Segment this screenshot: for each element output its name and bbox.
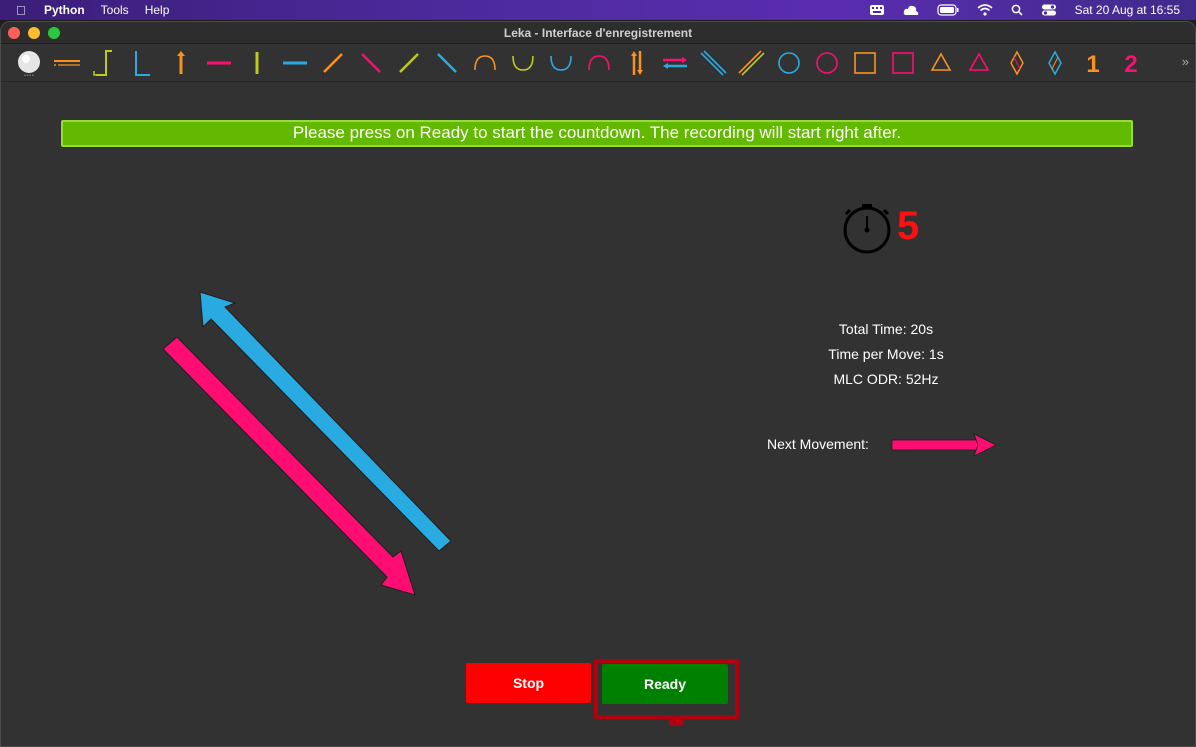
digit-one-icon: 1 (1086, 51, 1099, 78)
toolbar-button-circle-pink[interactable] (808, 44, 846, 82)
next-movement-label: Next Movement: (767, 436, 869, 452)
countdown-area: 5 (840, 200, 940, 254)
pointer-indicator (669, 719, 683, 726)
control-center-icon[interactable] (1041, 4, 1057, 16)
toolbar-button-digit-two[interactable]: 2 (1112, 44, 1150, 82)
countdown-value: 5 (897, 204, 920, 248)
wifi-icon[interactable] (977, 4, 993, 16)
toolbar-button-l-blue[interactable] (124, 44, 162, 82)
square-orange-icon (854, 51, 876, 74)
status-area: Sat 20 Aug at 16:55 (869, 3, 1196, 17)
circle-blue-icon (778, 51, 800, 74)
menu-clock[interactable]: Sat 20 Aug at 16:55 (1075, 3, 1180, 17)
toolbar-button-square-pink[interactable] (884, 44, 922, 82)
toolbar-button-diamond-blue[interactable] (1036, 44, 1074, 82)
stripe-lines-icon (54, 59, 80, 66)
diamond-orange-icon (1010, 49, 1024, 76)
keyboard-icon[interactable] (869, 4, 885, 16)
digit-two-icon: 2 (1124, 51, 1137, 78)
current-movement-display (162, 291, 452, 596)
svg-text:1: 1 (1086, 51, 1099, 78)
toolbar-button-arc-pink[interactable] (580, 44, 618, 82)
arc-down-yellow-icon (512, 55, 534, 71)
menu-bar:  Python Tools Help Sat 20 Aug at 16:55 (0, 0, 1196, 20)
toolbar-button-leka[interactable]: ■ ■ ■ ■ (10, 44, 48, 82)
double-diagonal-blue-icon (700, 49, 727, 76)
movement-toolbar: ■ ■ ■ ■ 1 2 » (1, 44, 1195, 82)
time-per-move-label: Time per Move: 1s (828, 346, 944, 362)
mlc-odr-label: MLC ODR: 52Hz (833, 371, 939, 387)
toolbar-button-v-yellow[interactable] (238, 44, 276, 82)
double-horizontal-arrows-icon (663, 56, 687, 69)
toolbar-button-h-blue[interactable] (276, 44, 314, 82)
toolbar-button-diag-yellow[interactable] (390, 44, 428, 82)
ready-button[interactable]: Ready (602, 664, 728, 704)
double-diagonal-orange-icon (738, 49, 765, 76)
instruction-banner: Please press on Ready to start the count… (61, 120, 1133, 147)
triangle-yellow-icon (930, 51, 952, 71)
menu-app-name[interactable]: Python (44, 3, 85, 17)
toolbar-button-digit-one[interactable]: 1 (1074, 44, 1112, 82)
toolbar-button-h-pink[interactable] (200, 44, 238, 82)
toolbar-button-diamond-orange[interactable] (998, 44, 1036, 82)
toolbar-button-arc-blue[interactable] (542, 44, 580, 82)
stopwatch-icon (843, 204, 891, 254)
l-shape-blue-icon (135, 50, 150, 76)
toolbar-button-triangle-pink[interactable] (960, 44, 998, 82)
toolbar-button-double-diag-blue[interactable] (694, 44, 732, 82)
diagonal-orange-icon (323, 52, 343, 73)
battery-icon[interactable] (936, 4, 959, 16)
total-time-label: Total Time: 20s (838, 321, 934, 337)
horizontal-line-pink-icon (207, 61, 231, 64)
apple-icon[interactable]:  (16, 3, 30, 18)
search-icon[interactable] (1011, 4, 1023, 16)
title-bar: Leka - Interface d'enregistrement (1, 22, 1195, 44)
leka-robot-icon: ■ ■ ■ ■ (18, 50, 40, 77)
arc-up-pink-icon (588, 54, 610, 70)
arc-up-orange-icon (474, 54, 496, 70)
toolbar-button-double-vertical[interactable] (618, 44, 656, 82)
cloud-icon[interactable] (903, 4, 919, 16)
triangle-pink-icon (968, 51, 990, 71)
double-vertical-arrows-icon (631, 50, 643, 75)
toolbar-button-diag-blue[interactable] (428, 44, 466, 82)
diagonal-pink-icon (361, 52, 381, 73)
toolbar-overflow-icon[interactable]: » (1182, 54, 1189, 69)
toolbar-button-double-horizontal[interactable] (656, 44, 694, 82)
toolbar-button-arc-yellow[interactable] (504, 44, 542, 82)
circle-pink-icon (816, 51, 838, 74)
diamond-blue-icon (1048, 49, 1062, 76)
arc-down-blue-icon (550, 55, 572, 71)
next-movement-arrow-icon (891, 433, 997, 457)
toolbar-button-l-yellow[interactable] (86, 44, 124, 82)
toolbar-button-triangle-orange[interactable] (922, 44, 960, 82)
window-title: Leka - Interface d'enregistrement (503, 26, 693, 40)
diagonal-yellow-icon (399, 52, 419, 73)
square-pink-icon (892, 51, 914, 74)
arrow-up-orange-icon (177, 50, 185, 74)
svg-text:■ ■ ■ ■: ■ ■ ■ ■ (24, 73, 34, 77)
menu-tools[interactable]: Tools (101, 3, 129, 17)
toolbar-button-diag-pink[interactable] (352, 44, 390, 82)
toolbar-button-stripes[interactable] (48, 44, 86, 82)
toolbar-button-arc-orange[interactable] (466, 44, 504, 82)
toolbar-button-diag-orange[interactable] (314, 44, 352, 82)
toolbar-button-double-diag-orange[interactable] (732, 44, 770, 82)
l-shape-yellow-icon (93, 49, 112, 76)
toolbar-button-square-orange[interactable] (846, 44, 884, 82)
toolbar-button-circle-blue[interactable] (770, 44, 808, 82)
menu-help[interactable]: Help (145, 3, 170, 17)
svg-text:2: 2 (1124, 51, 1137, 78)
diagonal-blue-icon (437, 52, 457, 73)
horizontal-line-blue-icon (283, 61, 307, 64)
vertical-line-yellow-icon (255, 51, 259, 74)
stop-button[interactable]: Stop (466, 663, 591, 703)
toolbar-button-arrow-up[interactable] (162, 44, 200, 82)
